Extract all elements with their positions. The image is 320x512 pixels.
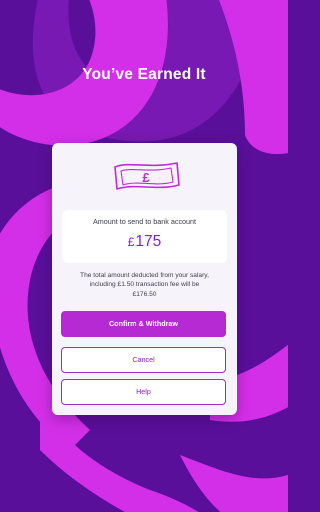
banknote-icon: £	[114, 162, 180, 190]
page-title: You’ve Earned It	[82, 66, 206, 83]
amount-box: Amount to send to bank account £175	[62, 210, 227, 263]
confirm-withdraw-button[interactable]: Confirm & Withdraw	[61, 311, 226, 337]
withdraw-card: £ Amount to send to bank account £175 Th…	[52, 143, 237, 415]
deduction-description: The total amount deducted from your sala…	[58, 271, 231, 299]
pound-symbol-icon: £	[142, 170, 150, 185]
description-line: including £1.50 transaction fee will be	[89, 281, 200, 289]
help-button[interactable]: Help	[61, 379, 226, 405]
amount-value: £175	[62, 233, 227, 251]
cancel-button[interactable]: Cancel	[61, 347, 226, 373]
amount-number: 175	[135, 233, 162, 250]
description-total: £176.50	[132, 290, 157, 298]
amount-label: Amount to send to bank account	[92, 217, 197, 226]
amount-currency: £	[127, 235, 135, 249]
description-line: The total amount deducted from your sala…	[80, 272, 209, 279]
